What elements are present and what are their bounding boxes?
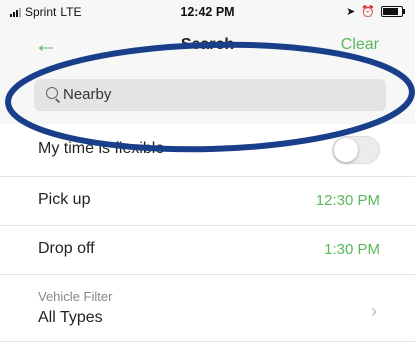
- search-input[interactable]: Nearby: [34, 79, 386, 111]
- vehicle-filter-row[interactable]: Vehicle Filter All Types ›: [0, 275, 415, 342]
- dropoff-row[interactable]: Drop off 1:30 PM: [0, 226, 415, 275]
- search-icon: [46, 87, 58, 99]
- status-bar: Sprint LTE 12:42 PM ➤ ⏰: [0, 0, 415, 24]
- battery-icon: [381, 6, 405, 17]
- pickup-row[interactable]: Pick up 12:30 PM: [0, 177, 415, 226]
- clear-button[interactable]: Clear: [341, 36, 379, 54]
- flexible-time-label: My time is flexible: [38, 140, 165, 157]
- toggle-knob: [334, 138, 358, 162]
- vehicle-filter-label: Vehicle Filter: [38, 289, 113, 304]
- pickup-label: Pick up: [38, 191, 91, 208]
- location-icon: ➤: [346, 6, 356, 18]
- search-section: Nearby: [0, 68, 415, 124]
- chevron-right-icon: ›: [371, 301, 377, 321]
- search-value: Nearby: [63, 86, 112, 103]
- dropoff-time: 1:30 PM: [324, 241, 380, 258]
- dropoff-label: Drop off: [38, 240, 95, 257]
- nav-bar: ← Search Clear: [0, 24, 415, 68]
- vehicle-filter-value: All Types: [38, 309, 103, 326]
- flexible-time-row: My time is flexible: [0, 124, 415, 177]
- alarm-icon: ⏰: [361, 6, 375, 18]
- flexible-time-toggle[interactable]: [332, 136, 380, 164]
- status-right: ➤ ⏰: [346, 5, 405, 18]
- pickup-time: 12:30 PM: [315, 192, 380, 209]
